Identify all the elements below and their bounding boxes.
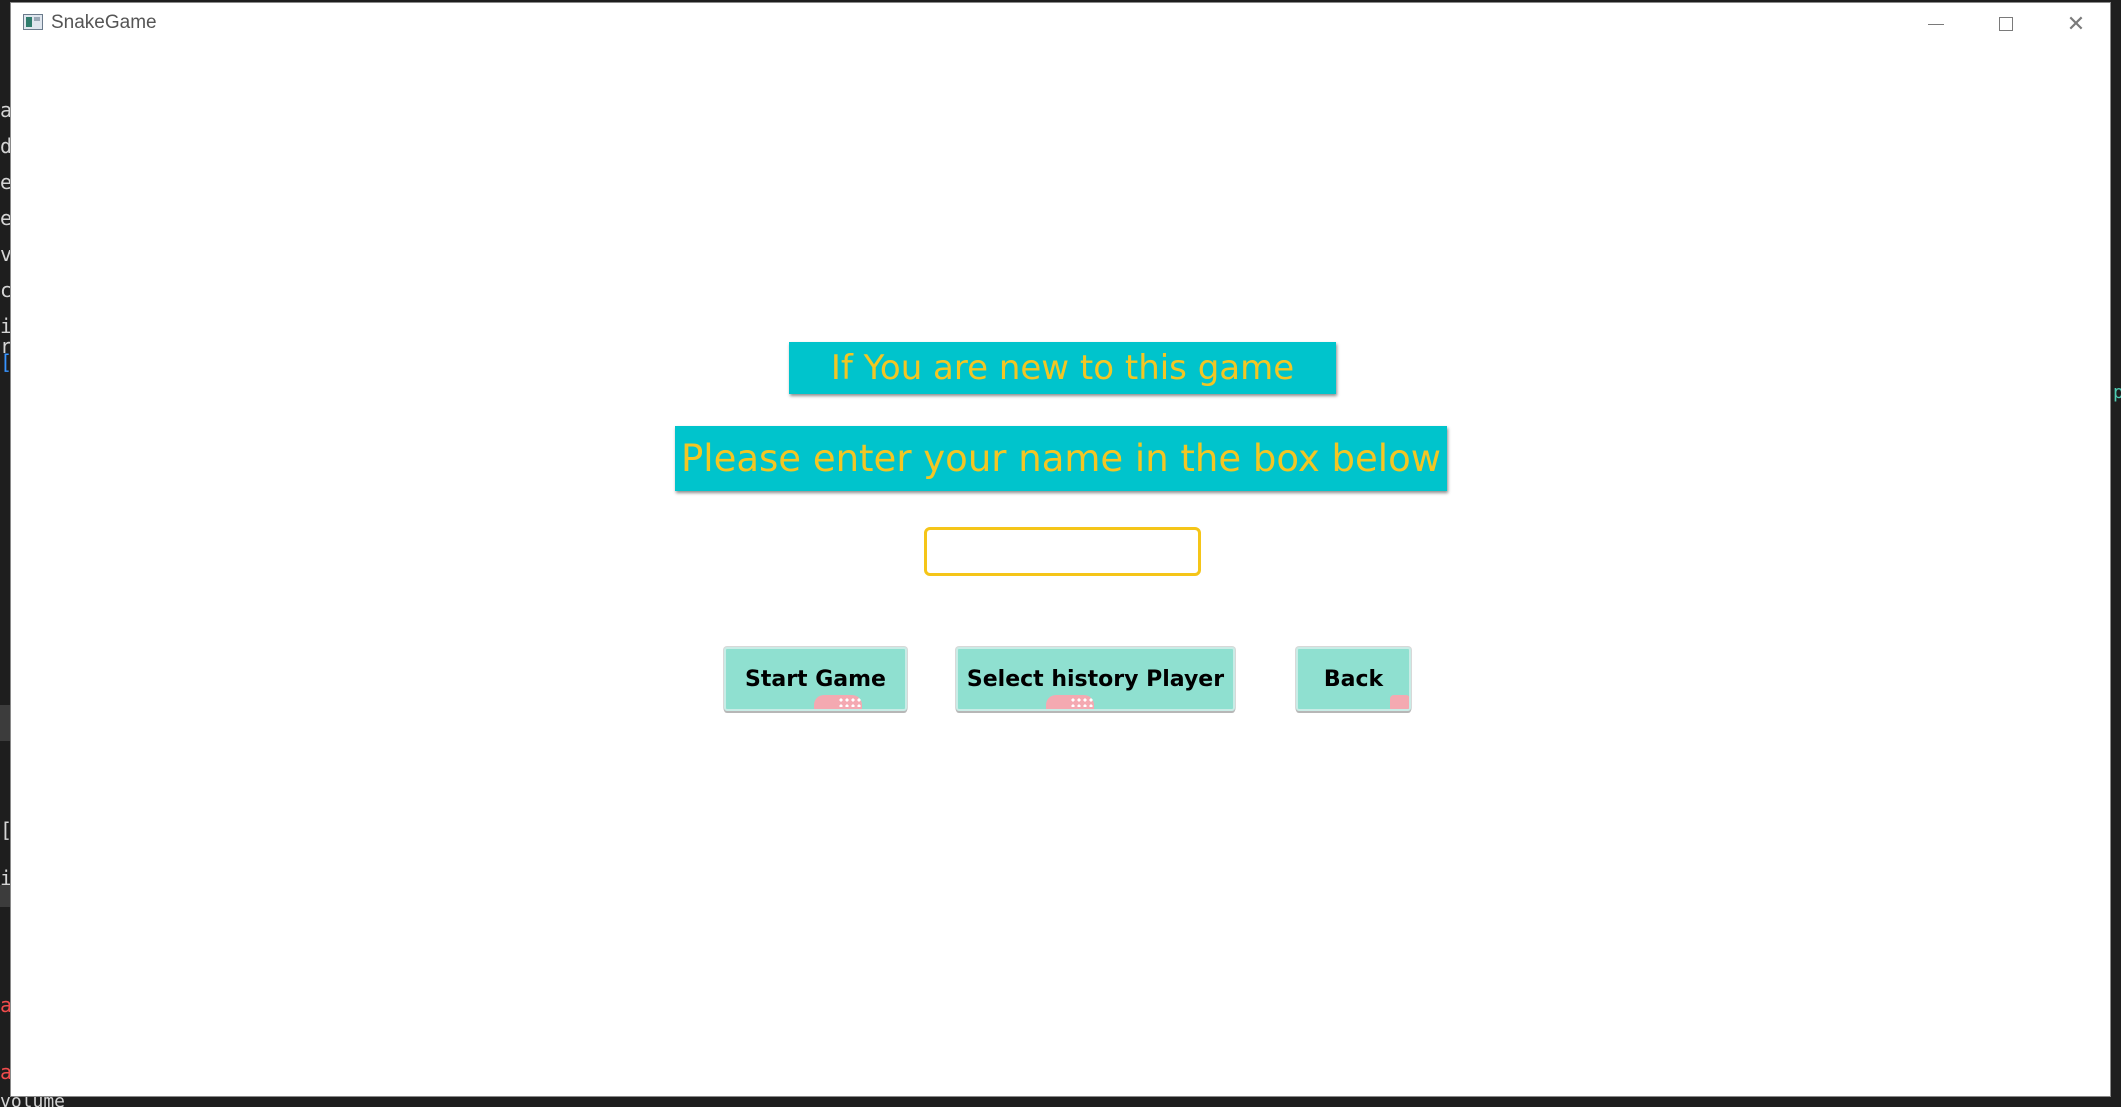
- back-label: Back: [1323, 666, 1384, 692]
- close-button[interactable]: ✕: [2042, 3, 2110, 45]
- editor-fragment: ac: [0, 993, 11, 1017]
- button-decoration: [1070, 697, 1094, 707]
- button-decoration: [1390, 695, 1409, 709]
- title-bar[interactable]: SnakeGame ✕: [11, 3, 2110, 45]
- button-decoration: [838, 697, 862, 707]
- new-player-banner: If You are new to this game: [789, 342, 1336, 394]
- select-history-player-label: Select history Player: [966, 666, 1225, 692]
- close-icon: ✕: [2066, 11, 2086, 37]
- window-title: SnakeGame: [51, 12, 157, 33]
- background-editor-strip: a d e e v c i r [ [ ir ac ac: [0, 0, 11, 1107]
- editor-fragment: [: [0, 350, 11, 374]
- editor-fragment: ac: [0, 1060, 11, 1084]
- editor-fragment: d: [0, 134, 11, 158]
- editor-fragment: [: [0, 818, 11, 842]
- maximize-button[interactable]: [1972, 3, 2040, 45]
- editor-fragment: p: [2113, 382, 2121, 403]
- enter-name-banner: Please enter your name in the box below: [675, 426, 1447, 491]
- editor-highlight-bar: [0, 705, 11, 741]
- editor-fragment: c: [0, 278, 11, 302]
- background-right-strip: p: [2111, 0, 2121, 1107]
- editor-fragment: volume: [0, 1096, 66, 1107]
- background-bottom-strip: volume: [0, 1096, 2121, 1107]
- back-button[interactable]: Back: [1296, 647, 1411, 711]
- maximize-icon: [1999, 17, 2013, 31]
- app-icon: [23, 14, 43, 30]
- start-game-button[interactable]: Start Game: [724, 647, 907, 711]
- select-history-player-button[interactable]: Select history Player: [956, 647, 1235, 711]
- minimize-icon: [1928, 23, 1944, 25]
- editor-fragment: e: [0, 206, 11, 230]
- editor-highlight-bar: [0, 885, 11, 907]
- editor-fragment: v: [0, 242, 11, 266]
- snake-game-window: SnakeGame ✕ If You are new to this game …: [11, 3, 2110, 1096]
- editor-fragment: e: [0, 170, 11, 194]
- main-content: If You are new to this game Please enter…: [11, 45, 2110, 1096]
- editor-fragment: a: [0, 98, 11, 122]
- start-game-label: Start Game: [745, 666, 886, 692]
- player-name-input[interactable]: [924, 527, 1201, 576]
- minimize-button[interactable]: [1902, 3, 1970, 45]
